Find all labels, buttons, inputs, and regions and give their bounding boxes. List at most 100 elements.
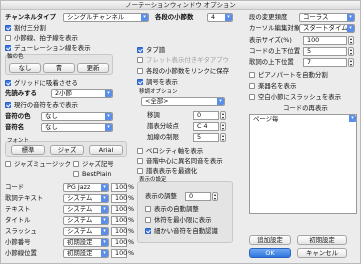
min-rest-checkbox[interactable]: 休符を最小限に表示 bbox=[145, 216, 212, 224]
grid-snap-checkbox[interactable]: グリッドに吸着させる bbox=[5, 79, 78, 87]
key-option-select[interactable]: <全部> ▾ bbox=[141, 97, 225, 106]
display-adjust-label: 表示の調整 bbox=[145, 192, 177, 200]
axis-none-button[interactable]: なし bbox=[9, 63, 41, 73]
refresh-select[interactable]: コーラス ▾ bbox=[299, 13, 355, 22]
percent-label: % bbox=[128, 227, 135, 235]
note-color-label: 音符の色 bbox=[5, 112, 31, 120]
ledger-limit-stepper[interactable]: ▴ ▾ bbox=[220, 133, 226, 142]
chevron-down-icon: ▾ bbox=[347, 25, 354, 32]
lookahead-select[interactable]: 2小節 ▾ bbox=[51, 89, 113, 98]
cursor-target-select[interactable]: スタートタイム ▾ bbox=[299, 24, 355, 33]
tab-checkbox[interactable]: タブ譜 bbox=[137, 46, 165, 54]
lyric-position-stepper[interactable]: ▴ ▾ bbox=[348, 58, 354, 67]
measure-select[interactable]: 4 ▾ bbox=[207, 13, 233, 22]
rest-dot-checkbox[interactable]: 小節線、拍子線を表示 bbox=[5, 34, 78, 42]
checkbox-icon bbox=[73, 171, 79, 177]
slash-empty-checkbox[interactable]: 空白小節にスラッシュを表示 bbox=[249, 93, 341, 101]
font-row-select[interactable]: システム ▾ bbox=[63, 194, 109, 203]
display-adjust-stepper[interactable]: ▴ ▾ bbox=[212, 192, 218, 201]
ok-button[interactable]: OK bbox=[249, 248, 291, 258]
split-3-checkbox[interactable]: 割付三分割 bbox=[5, 24, 46, 32]
display-size-input[interactable]: 100 bbox=[303, 36, 347, 45]
font-row-label: コード bbox=[5, 183, 25, 191]
chevron-down-icon: ▾ bbox=[101, 195, 108, 202]
display-adjust-input[interactable]: 0 bbox=[185, 192, 211, 201]
lyric-position-input[interactable]: 7 bbox=[303, 58, 347, 67]
duration-checkbox[interactable]: デューレーション線を表示 bbox=[5, 44, 91, 52]
ledger-limit-input[interactable]: 5 bbox=[193, 133, 219, 142]
chord-position-label: コードの上下位置 bbox=[249, 47, 301, 55]
checkbox-icon bbox=[249, 83, 255, 89]
chevron-down-icon: ▾ bbox=[105, 124, 112, 131]
font-row-size-input[interactable]: 100 bbox=[111, 238, 127, 247]
sync-measures-checkbox[interactable]: 各段の小節数をリンクに保存 bbox=[137, 67, 229, 75]
default-settings-button[interactable]: 初期設定 bbox=[297, 235, 347, 245]
chevron-down-icon: ▾ bbox=[217, 98, 224, 105]
current-note-red-checkbox[interactable]: 現行の音符を赤で表示 bbox=[5, 101, 78, 109]
font-row-select[interactable]: システム ▾ bbox=[63, 227, 109, 236]
font-row-select[interactable]: PG Jazz ▾ bbox=[63, 183, 109, 192]
note-name-select[interactable]: なし ▾ bbox=[41, 123, 113, 132]
chord-redisplay-list[interactable]: ページ毎 bbox=[249, 114, 357, 214]
fret-guitar-checkbox[interactable]: フレット表示付きギタアブウ bbox=[137, 56, 229, 64]
channel-type-select[interactable]: シングルチャンネル ▾ bbox=[63, 13, 149, 22]
chevron-down-icon: ▾ bbox=[101, 217, 108, 224]
percent-label: % bbox=[128, 249, 135, 257]
bestplain-checkbox[interactable]: BestPlain bbox=[73, 170, 112, 178]
jazz-music-checkbox[interactable]: ジャズミュージック bbox=[5, 160, 71, 168]
velocity-checkbox[interactable]: ベロシティ軸を表示 bbox=[137, 147, 203, 155]
transpose-input[interactable]: 0 bbox=[193, 111, 219, 120]
chord-position-stepper[interactable]: ▴ ▾ bbox=[348, 47, 354, 56]
font-row-label: 小節線位置 bbox=[5, 249, 37, 257]
cancel-button[interactable]: キャンセル bbox=[297, 248, 347, 258]
channel-type-label: チャンネルタイプ bbox=[5, 13, 56, 21]
font-row-select[interactable]: 初期設定 ▾ bbox=[63, 249, 109, 258]
refresh-label: 段の変更頻度 bbox=[249, 13, 288, 21]
font-row-size-input[interactable]: 100 bbox=[111, 194, 127, 203]
checkbox-icon bbox=[137, 68, 143, 74]
piano-split-checkbox[interactable]: ピアノパートを自動分割 bbox=[249, 71, 328, 79]
axis-refresh-button[interactable]: 更新 bbox=[77, 63, 109, 73]
axis-blue-button[interactable]: 青 bbox=[43, 63, 75, 73]
checkbox-icon bbox=[137, 148, 143, 154]
transpose-stepper[interactable]: ▴ ▾ bbox=[220, 111, 226, 120]
font-arial-button[interactable]: Arial bbox=[89, 145, 123, 155]
font-row-size-input[interactable]: 100 bbox=[111, 216, 127, 225]
font-jazz-button[interactable]: ジャズ bbox=[50, 145, 84, 155]
font-row-select[interactable]: システム ▾ bbox=[63, 205, 109, 214]
font-row-size-input[interactable]: 100 bbox=[111, 205, 127, 214]
key-option-label: 移調オプション bbox=[139, 89, 178, 95]
extra-settings-button[interactable]: 追加設定 bbox=[249, 235, 291, 245]
chord-redisplay-dropdown-arrow[interactable]: ▾ bbox=[250, 115, 356, 124]
percent-label: % bbox=[128, 216, 135, 224]
split-point-stepper[interactable]: ▴ ▾ bbox=[220, 122, 226, 131]
note-color-select[interactable]: なし ▾ bbox=[41, 112, 113, 121]
auto-adjust-checkbox[interactable]: 表示の自動調整 bbox=[145, 205, 199, 213]
font-standard-button[interactable]: 標準 bbox=[11, 145, 45, 155]
optimize-staff-checkbox[interactable]: 譜表表示を最適化 bbox=[137, 167, 197, 175]
font-row-size-input[interactable]: 100 bbox=[111, 249, 127, 258]
checkbox-icon bbox=[137, 57, 143, 63]
transpose-label: 移調 bbox=[147, 111, 160, 119]
chevron-down-icon: ▾ bbox=[225, 14, 232, 21]
jazz-symbol-checkbox[interactable]: ジャズ記号 bbox=[73, 160, 114, 168]
checkbox-icon bbox=[5, 161, 11, 167]
enharmonic-checkbox[interactable]: 音階中心に異名同音を表示 bbox=[137, 157, 223, 165]
key-change-checkbox[interactable]: 調号を表示 bbox=[137, 78, 178, 86]
checkbox-icon bbox=[145, 206, 151, 212]
font-row-size-input[interactable]: 100 bbox=[111, 227, 127, 236]
font-row-size-input[interactable]: 100 bbox=[111, 183, 127, 192]
axis-color-label: 軸の色 bbox=[7, 54, 24, 60]
checkbox-icon bbox=[5, 35, 11, 41]
percent-label: % bbox=[128, 183, 135, 191]
font-row-select[interactable]: システム ▾ bbox=[63, 216, 109, 225]
font-row-select[interactable]: 初期設定 ▾ bbox=[63, 238, 109, 247]
chord-position-input[interactable]: 5 bbox=[303, 47, 347, 56]
lyric-position-label: 歌詞の上下位置 bbox=[249, 58, 294, 66]
split-point-input[interactable]: C 4 bbox=[193, 122, 219, 131]
font-row-label: タイトル bbox=[5, 216, 31, 224]
display-size-stepper[interactable]: ▴ ▾ bbox=[348, 36, 354, 45]
instrument-name-checkbox[interactable]: 楽器名を表示 bbox=[249, 82, 296, 90]
split-point-label: 譜表分岐点 bbox=[147, 122, 179, 130]
fine-notes-checkbox[interactable]: 細かい音符を自動認識 bbox=[145, 227, 218, 235]
